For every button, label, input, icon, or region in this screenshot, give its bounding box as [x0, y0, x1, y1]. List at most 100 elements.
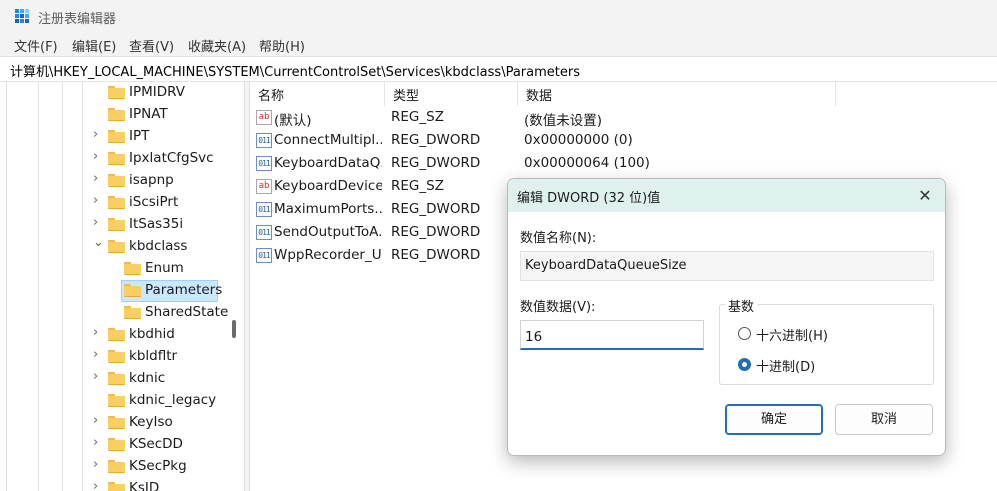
- tree-item-label: iScsiPrt: [129, 194, 179, 210]
- chevron-right-icon[interactable]: ›: [93, 414, 103, 427]
- value-type: REG_DWORD: [391, 132, 481, 148]
- value-type: REG_DWORD: [391, 201, 481, 217]
- value-data: (数值未设置): [524, 113, 603, 129]
- value-type: REG_DWORD: [391, 224, 481, 240]
- tree-item-label: IPT: [129, 128, 150, 144]
- tree-item[interactable]: › KSecDD: [0, 434, 230, 456]
- chevron-right-icon[interactable]: ›: [93, 172, 103, 185]
- folder-icon: [108, 482, 125, 491]
- folder-icon: [108, 240, 125, 253]
- folder-icon: [124, 306, 141, 319]
- tree-item[interactable]: › KeyIso: [0, 412, 230, 434]
- decimal-radio[interactable]: [738, 358, 751, 371]
- dword-value-icon: 011: [256, 133, 272, 148]
- chevron-right-icon[interactable]: ›: [93, 326, 103, 339]
- hex-radio-label[interactable]: 十六进制(H): [756, 325, 828, 344]
- tree-item-label: kbdclass: [129, 238, 188, 254]
- edit-dword-dialog[interactable]: 编辑 DWORD (32 位)值 ✕ 数值名称(N): KeyboardData…: [507, 178, 946, 456]
- tree-item[interactable]: › IpxlatCfgSvc: [0, 148, 230, 170]
- chevron-right-icon[interactable]: ›: [93, 370, 103, 383]
- tree-item[interactable]: IPMIDRV: [0, 82, 230, 104]
- window-title: 注册表编辑器: [38, 12, 117, 27]
- value-row[interactable]: 011 KeyboardDataQ... REG_DWORD 0x00000064 (…: [250, 152, 997, 175]
- tree-item-label: kdnic_legacy: [129, 392, 217, 408]
- tree-item[interactable]: Enum: [0, 258, 230, 280]
- value-name: SendOutputToA...: [274, 224, 382, 240]
- column-header-type[interactable]: 类型: [385, 82, 518, 106]
- tree-item-label: KsID: [129, 480, 160, 491]
- folder-icon: [108, 460, 125, 473]
- folder-icon: [108, 372, 125, 385]
- folder-icon: [108, 130, 125, 143]
- tree-item[interactable]: › kbdhid: [0, 324, 230, 346]
- tree-item-label: IPMIDRV: [129, 84, 186, 100]
- chevron-right-icon[interactable]: ›: [93, 216, 103, 229]
- tree-item-label: IPNAT: [129, 106, 168, 122]
- tree-item-label: isapnp: [129, 172, 174, 188]
- title-bar: 注册表编辑器: [0, 0, 997, 32]
- folder-icon: [108, 350, 125, 363]
- tree-item[interactable]: › KsID: [0, 478, 230, 491]
- value-name: WppRecorder_U...: [274, 247, 382, 263]
- tree-item[interactable]: IPNAT: [0, 104, 230, 126]
- chevron-right-icon[interactable]: ›: [93, 480, 103, 491]
- chevron-right-icon[interactable]: ›: [93, 458, 103, 471]
- hex-radio[interactable]: [738, 327, 751, 340]
- chevron-right-icon[interactable]: ›: [93, 348, 103, 361]
- ok-button[interactable]: 确定: [725, 404, 823, 435]
- value-name: KeyboardDevice...: [274, 178, 382, 194]
- value-row[interactable]: 011 ConnectMultipl... REG_DWORD 0x00000000 …: [250, 129, 997, 152]
- value-row[interactable]: ab (默认) REG_SZ (数值未设置): [250, 106, 997, 129]
- column-header-name[interactable]: 名称: [250, 82, 385, 106]
- folder-icon: [108, 86, 125, 99]
- tree-item-label: Enum: [145, 260, 184, 276]
- chevron-right-icon[interactable]: ›: [93, 150, 103, 163]
- base-group: [719, 304, 934, 385]
- address-bar[interactable]: 计算机\HKEY_LOCAL_MACHINE\SYSTEM\CurrentCon…: [0, 56, 997, 82]
- cancel-button[interactable]: 取消: [835, 404, 933, 435]
- folder-icon: [108, 174, 125, 187]
- column-header-data[interactable]: 数据: [518, 82, 836, 106]
- chevron-right-icon[interactable]: ›: [93, 436, 103, 449]
- tree-item[interactable]: › kdnic: [0, 368, 230, 390]
- value-name: ConnectMultipl...: [274, 132, 382, 148]
- value-name-label: 数值名称(N):: [520, 231, 597, 246]
- tree-item-label: IpxlatCfgSvc: [129, 150, 214, 166]
- chevron-down-icon[interactable]: ⌄: [93, 236, 104, 249]
- folder-icon: [108, 218, 125, 231]
- value-type: REG_DWORD: [391, 155, 481, 171]
- value-data-input[interactable]: [520, 320, 704, 350]
- menu-view[interactable]: 查看(V): [129, 36, 174, 55]
- tree-item[interactable]: › iScsiPrt: [0, 192, 230, 214]
- tree-item[interactable]: › ItSas35i: [0, 214, 230, 236]
- tree-item[interactable]: Parameters: [0, 280, 230, 302]
- tree-item[interactable]: kdnic_legacy: [0, 390, 230, 412]
- tree-item[interactable]: › isapnp: [0, 170, 230, 192]
- dword-value-icon: 011: [256, 248, 272, 263]
- tree-scrollbar-thumb[interactable]: [232, 320, 236, 338]
- tree-item[interactable]: ⌄ kbdclass: [0, 236, 230, 258]
- tree-item[interactable]: › kbldfltr: [0, 346, 230, 368]
- folder-icon: [108, 152, 125, 165]
- tree-item[interactable]: › IPT: [0, 126, 230, 148]
- address-path[interactable]: 计算机\HKEY_LOCAL_MACHINE\SYSTEM\CurrentCon…: [10, 61, 580, 80]
- tree-item[interactable]: SharedState: [0, 302, 230, 324]
- chevron-right-icon[interactable]: ›: [93, 194, 103, 207]
- menu-file[interactable]: 文件(F): [14, 36, 58, 55]
- value-name: MaximumPorts...: [274, 201, 382, 217]
- tree-item-label: kbldfltr: [129, 348, 178, 364]
- value-name: KeyboardDataQ...: [274, 155, 382, 171]
- folder-icon: [124, 262, 141, 275]
- tree-item[interactable]: › KSecPkg: [0, 456, 230, 478]
- menu-help[interactable]: 帮助(H): [259, 36, 305, 55]
- menu-edit[interactable]: 编辑(E): [72, 36, 116, 55]
- tree-item-label: KSecDD: [129, 436, 183, 452]
- chevron-right-icon[interactable]: ›: [93, 128, 103, 141]
- value-data: 0x00000064 (100): [524, 155, 650, 171]
- tree-pane[interactable]: IPMIDRV IPNAT › IPT › IpxlatCfgSvc › isapnp › iSc…: [0, 82, 244, 491]
- decimal-radio-label[interactable]: 十进制(D): [756, 356, 815, 375]
- close-icon[interactable]: ✕: [911, 183, 939, 209]
- base-group-label: 基数: [725, 296, 758, 315]
- menu-favorites[interactable]: 收藏夹(A): [188, 36, 246, 55]
- folder-icon: [108, 394, 125, 407]
